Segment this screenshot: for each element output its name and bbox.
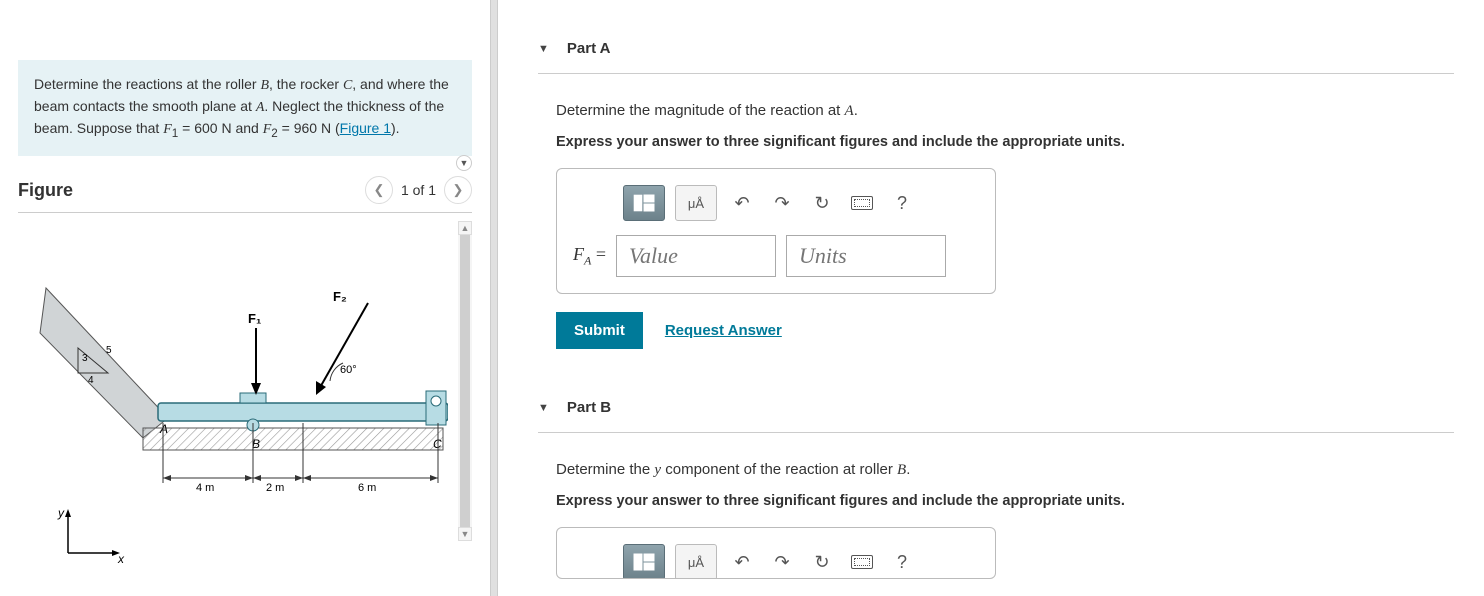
svg-text:A: A xyxy=(159,422,168,436)
template-tool-button[interactable] xyxy=(623,185,665,221)
undo-button[interactable]: ↶ xyxy=(727,185,757,221)
answer-toolbar-b: μÅ ↶ ↷ ↻ ? xyxy=(623,544,979,579)
part-b-header[interactable]: ▼ Part B xyxy=(538,369,1454,433)
units-input[interactable] xyxy=(786,235,946,277)
caret-down-icon: ▼ xyxy=(538,402,549,414)
input-row: FA = xyxy=(573,235,979,277)
var-F1: F xyxy=(163,122,172,137)
keyboard-button[interactable] xyxy=(847,185,877,221)
right-panel: ▼ Part A Determine the magnitude of the … xyxy=(498,0,1484,596)
svg-text:y: y xyxy=(57,506,65,520)
var-C: C xyxy=(343,78,352,93)
label: ? xyxy=(897,193,907,214)
collapse-problem-icon[interactable]: ▼ xyxy=(456,155,472,171)
request-answer-link[interactable]: Request Answer xyxy=(665,322,782,339)
text: Determine the xyxy=(556,461,654,478)
value-input[interactable] xyxy=(616,235,776,277)
text: Determine the magnitude of the reaction … xyxy=(556,102,845,119)
var-F2: F xyxy=(263,122,272,137)
part-b-prompt: Determine the y component of the reactio… xyxy=(556,461,1454,479)
template-tool-button[interactable] xyxy=(623,544,665,579)
left-panel: Determine the reactions at the roller B,… xyxy=(0,0,490,596)
keyboard-button[interactable] xyxy=(847,544,877,579)
figure-diagram: 3 5 4 F₁ F₂ 60° A B C xyxy=(38,273,448,566)
panel-divider[interactable] xyxy=(490,0,498,596)
units-tool-button[interactable]: μÅ xyxy=(675,185,717,221)
part-b-title: Part B xyxy=(567,399,611,416)
caret-down-icon: ▼ xyxy=(538,43,549,55)
svg-text:F₁: F₁ xyxy=(248,311,261,326)
answer-box-b: μÅ ↶ ↷ ↻ ? xyxy=(556,527,996,579)
answer-box: μÅ ↶ ↷ ↻ ? FA = xyxy=(556,168,996,294)
svg-text:x: x xyxy=(117,552,125,563)
problem-statement: Determine the reactions at the roller B,… xyxy=(18,60,472,156)
var-B: B xyxy=(260,78,269,93)
text: . xyxy=(854,102,858,119)
keyboard-icon xyxy=(851,555,873,569)
part-a-prompt: Determine the magnitude of the reaction … xyxy=(556,102,1454,120)
redo-button[interactable]: ↷ xyxy=(767,544,797,579)
label: μÅ xyxy=(688,555,704,570)
var-A: A xyxy=(845,103,854,119)
figure-area: ▲ ▼ xyxy=(18,213,472,553)
svg-text:2 m: 2 m xyxy=(266,482,284,494)
var: F xyxy=(573,244,584,264)
answer-variable: FA = xyxy=(573,244,606,269)
figure-prev-button[interactable]: ❮ xyxy=(365,176,393,204)
part-a-header[interactable]: ▼ Part A xyxy=(538,10,1454,74)
text: and xyxy=(232,120,263,136)
figure-count: 1 of 1 xyxy=(401,182,436,198)
figure-scrollbar[interactable]: ▲ ▼ xyxy=(458,221,472,541)
keyboard-icon xyxy=(851,196,873,210)
reset-button[interactable]: ↻ xyxy=(807,185,837,221)
figure-next-button[interactable]: ❯ xyxy=(444,176,472,204)
figure-title: Figure xyxy=(18,180,73,201)
help-button[interactable]: ? xyxy=(887,185,917,221)
units-tool-button[interactable]: μÅ xyxy=(675,544,717,579)
text: = 960 N xyxy=(278,120,331,136)
part-a-body: Determine the magnitude of the reaction … xyxy=(538,74,1454,369)
text: , the rocker xyxy=(269,76,343,92)
eq: = xyxy=(591,244,606,264)
svg-text:5: 5 xyxy=(106,345,112,356)
scroll-down-icon[interactable]: ▼ xyxy=(458,527,472,541)
answer-toolbar: μÅ ↶ ↷ ↻ ? xyxy=(623,185,979,221)
var-B: B xyxy=(897,462,906,478)
scroll-track[interactable] xyxy=(460,235,470,527)
svg-text:6 m: 6 m xyxy=(358,482,376,494)
label: ? xyxy=(897,552,907,573)
text: = 600 N xyxy=(178,120,231,136)
submit-button[interactable]: Submit xyxy=(556,312,643,349)
undo-button[interactable]: ↶ xyxy=(727,544,757,579)
part-b-instruction: Express your answer to three significant… xyxy=(556,493,1454,509)
figure-header: Figure ❮ 1 of 1 ❯ xyxy=(18,176,472,204)
svg-text:60°: 60° xyxy=(340,364,357,376)
help-button[interactable]: ? xyxy=(887,544,917,579)
label: μÅ xyxy=(688,196,704,211)
svg-text:3: 3 xyxy=(82,353,88,364)
text: ). xyxy=(391,120,400,136)
text: component of the reaction at roller xyxy=(661,461,897,478)
text: Determine the reactions at the roller xyxy=(34,76,260,92)
reset-button[interactable]: ↻ xyxy=(807,544,837,579)
figure-link[interactable]: Figure 1 xyxy=(340,120,391,136)
actions: Submit Request Answer xyxy=(556,312,1454,349)
svg-text:4: 4 xyxy=(88,375,94,386)
part-a-instruction: Express your answer to three significant… xyxy=(556,134,1454,150)
redo-button[interactable]: ↷ xyxy=(767,185,797,221)
figure-nav: ❮ 1 of 1 ❯ xyxy=(365,176,472,204)
svg-text:F₂: F₂ xyxy=(333,289,347,304)
text: . xyxy=(906,461,910,478)
scroll-up-icon[interactable]: ▲ xyxy=(458,221,472,235)
svg-text:4 m: 4 m xyxy=(196,482,214,494)
part-b-body: Determine the y component of the reactio… xyxy=(538,433,1454,596)
part-a-title: Part A xyxy=(567,40,611,57)
